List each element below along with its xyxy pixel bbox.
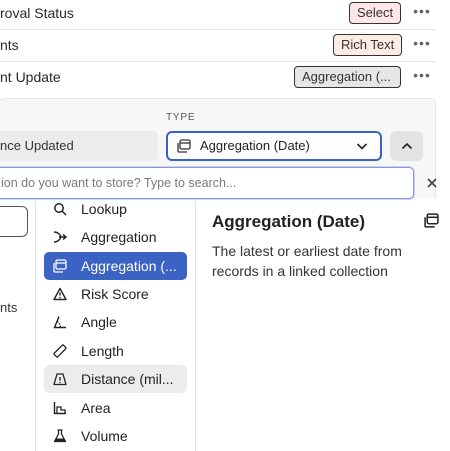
chevron-up-icon <box>401 142 413 150</box>
detail-description: The latest or earliest date from records… <box>212 243 402 279</box>
option-label: Aggregation (... <box>81 258 177 274</box>
option-aggregation[interactable]: Aggregation <box>44 223 187 251</box>
type-label: TYPE <box>166 112 196 123</box>
field-name-input[interactable]: nce Updated <box>0 131 158 161</box>
option-volume[interactable]: Volume <box>44 422 187 450</box>
search-icon <box>54 203 67 216</box>
option-lookup[interactable]: Lookup <box>44 195 187 223</box>
type-select[interactable]: Aggregation (Date) <box>166 131 382 161</box>
option-label: Volume <box>81 428 128 444</box>
flask-icon <box>53 429 67 443</box>
close-icon[interactable] <box>425 176 439 190</box>
field-name: roval Status <box>0 5 74 21</box>
arrow-merge-icon <box>53 231 67 243</box>
field-name: nts <box>0 37 19 53</box>
option-label: Angle <box>81 314 117 330</box>
option-label: Risk Score <box>81 286 149 302</box>
option-area[interactable]: Area <box>44 394 187 422</box>
option-aggregation-date[interactable]: Aggregation (... <box>44 252 187 280</box>
option-risk-score[interactable]: Risk Score <box>44 280 187 308</box>
distance-warning-icon <box>53 373 67 386</box>
divider <box>35 198 36 451</box>
field-name: nt Update <box>0 69 61 85</box>
divider <box>0 61 436 62</box>
left-stub-text: nts <box>0 300 18 315</box>
type-badge-select: Select <box>349 2 402 24</box>
divider <box>0 29 436 30</box>
detail-title: Aggregation (Date) <box>212 212 365 231</box>
option-label: Aggregation <box>81 229 157 245</box>
type-badge-rich-text: Rich Text <box>333 34 403 56</box>
field-row-comments[interactable]: nts Rich Text ••• <box>0 32 450 64</box>
option-label: Distance (mil... <box>81 371 174 387</box>
divider <box>195 198 196 451</box>
chevron-down-icon <box>356 143 368 150</box>
calendar-stack-icon <box>53 259 67 273</box>
more-options-icon[interactable]: ••• <box>412 68 432 86</box>
collapse-button[interactable] <box>390 131 423 161</box>
field-row-approval-status[interactable]: roval Status Select ••• <box>0 0 450 32</box>
option-label: Lookup <box>81 201 127 217</box>
field-row-last-update[interactable]: nt Update Aggregation (... ••• <box>0 64 450 96</box>
option-distance[interactable]: Distance (mil... <box>44 365 187 393</box>
area-icon <box>53 402 66 415</box>
calendar-stack-icon <box>177 139 191 153</box>
calendar-stack-icon <box>424 213 439 228</box>
type-select-value: Aggregation (Date) <box>200 138 310 153</box>
left-stub-button[interactable] <box>0 206 28 237</box>
warning-triangle-icon <box>53 287 67 301</box>
option-label: Area <box>81 400 111 416</box>
option-angle[interactable]: Angle <box>44 308 187 336</box>
option-label: Length <box>81 343 124 359</box>
option-length[interactable]: Length <box>44 337 187 365</box>
type-badge-aggregation: Aggregation (... <box>294 66 401 88</box>
more-options-icon[interactable]: ••• <box>412 4 432 22</box>
angle-icon <box>53 316 66 329</box>
ruler-icon <box>53 344 67 358</box>
more-options-icon[interactable]: ••• <box>412 36 432 54</box>
